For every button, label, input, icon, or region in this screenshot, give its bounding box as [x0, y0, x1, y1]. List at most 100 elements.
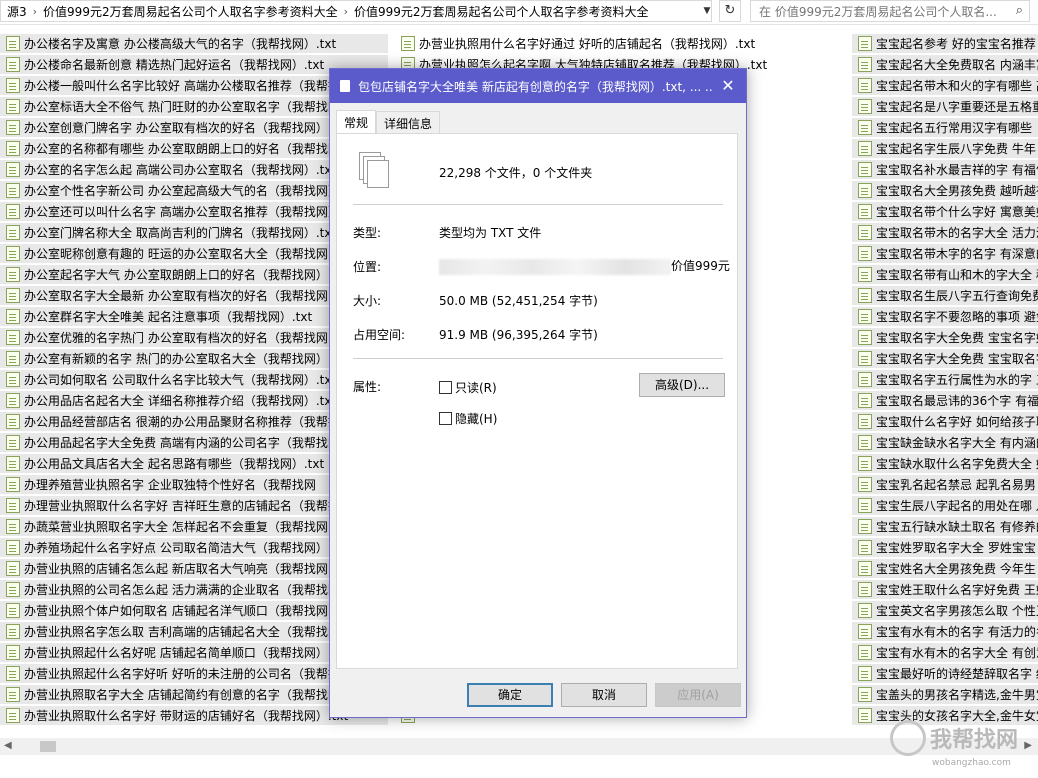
multiple-files-icon [359, 152, 391, 188]
file-list-item[interactable]: 宝宝乳名起名禁忌 起乳名易男 [852, 475, 1038, 494]
text-file-icon [858, 435, 872, 450]
breadcrumb-item[interactable]: 源3 [1, 3, 33, 20]
file-name: 宝宝取名带木的名字大全 活力满 [876, 226, 1038, 240]
file-name: 宝宝姓名大全男孩免费 今年生 [876, 562, 1036, 576]
file-name: 办公室标语大全不俗气 热门旺财的办公室取名字（我帮找网 [24, 100, 340, 114]
file-name: 办公用品经营部店名 很潮的办公用品聚财名称推荐（我帮找网 [24, 415, 352, 429]
search-input[interactable] [757, 2, 1011, 22]
horizontal-scrollbar[interactable]: ◀ ▶ [0, 738, 1038, 755]
text-file-icon [6, 330, 20, 345]
checkbox-box[interactable] [439, 381, 452, 394]
text-file-icon [858, 246, 872, 261]
file-name: 办营业执照取名字大全 店铺起简约有创意的名字（我帮找网 [24, 688, 340, 702]
checkbox-box[interactable] [439, 412, 452, 425]
text-file-icon [858, 582, 872, 597]
file-list-item[interactable]: 宝宝起名大全免费取名 内涵丰富 [852, 55, 1038, 74]
file-list-item[interactable]: 宝宝姓罗取名字大全 罗姓宝宝 [852, 538, 1038, 557]
text-file-icon [858, 330, 872, 345]
hidden-checkbox[interactable]: 隐藏(H) [439, 410, 497, 427]
file-list-item[interactable]: 宝宝英文名字男孩怎么取 个性又 [852, 601, 1038, 620]
file-name: 宝宝英文名字男孩怎么取 个性又 [876, 604, 1038, 618]
file-list-item[interactable]: 宝宝取什么名字好 如何给孩子取 [852, 412, 1038, 431]
file-name: 宝宝取名带木字的名字 有深意的 [876, 247, 1038, 261]
file-list-item[interactable]: 办营业执照用什么名字好通过 好听的店铺起名（我帮找网）.txt [395, 34, 850, 53]
file-list-item[interactable]: 宝宝缺水取什么名字免费大全 好 [852, 454, 1038, 473]
file-name: 办公用品文具店名大全 起名思路有哪些（我帮找网）.txt [24, 457, 325, 471]
divider [353, 204, 723, 205]
file-list-item[interactable]: 宝宝生辰八字起名的用处在哪 八 [852, 496, 1038, 515]
file-list-item[interactable]: 宝宝起名五行常用汉字有哪些 [852, 118, 1038, 137]
text-file-icon [6, 372, 20, 387]
text-file-icon [401, 36, 415, 51]
file-name: 宝宝起名参考 好的宝宝名推荐 [876, 37, 1036, 51]
text-file-icon [858, 183, 872, 198]
file-list-item[interactable]: 宝宝起名是八字重要还是五格重 [852, 97, 1038, 116]
file-list-item[interactable]: 宝宝取名最忌讳的36个字 有福气 [852, 391, 1038, 410]
file-name: 办营业执照用什么名字好通过 好听的店铺起名（我帮找网）.txt [419, 37, 756, 51]
text-file-icon [6, 36, 20, 51]
readonly-label[interactable]: 只读(R) [455, 379, 497, 396]
scroll-thumb[interactable] [40, 741, 56, 752]
file-list-item[interactable]: 宝宝起名参考 好的宝宝名推荐 [852, 34, 1038, 53]
file-list-item[interactable]: 宝宝缺金缺水名字大全 有内涵的 [852, 433, 1038, 452]
file-name: 办公楼名字及寓意 办公楼高级大气的名字（我帮找网）.txt [24, 37, 337, 51]
text-file-icon [858, 477, 872, 492]
breadcrumb[interactable]: 源3 › 价值999元2万套周易起名公司个人取名字参考资料大全 › 价值999元… [0, 0, 712, 22]
search-box[interactable]: ⌕ [750, 0, 1030, 22]
breadcrumb-item[interactable]: 价值999元2万套周易起名公司个人取名字参考资料大全 [37, 3, 344, 20]
file-name: 宝宝有水有木的名字大全 有创意 [876, 646, 1038, 660]
text-file-icon [6, 225, 20, 240]
text-file-icon [858, 78, 872, 93]
file-list-item[interactable]: 宝宝取名字大全免费 宝宝取名字 [852, 349, 1038, 368]
dialog-titlebar[interactable]: 包包店铺名字大全唯美 新店起有创意的名字（我帮找网）.txt, ... ... … [330, 69, 746, 103]
file-name: 办理营业执照取什么名字好 吉祥旺生意的店铺起名（我帮找网 [24, 499, 352, 513]
file-name: 办蔬菜营业执照取名字大全 怎样起名不会重复（我帮找网 [24, 520, 328, 534]
search-icon[interactable]: ⌕ [1016, 3, 1023, 18]
text-file-icon [6, 519, 20, 534]
text-file-icon [6, 351, 20, 366]
file-list-item[interactable]: 办公楼名字及寓意 办公楼高级大气的名字（我帮找网）.txt [0, 34, 388, 53]
file-list-item[interactable]: 宝宝五行缺水缺土取名 有修养的 [852, 517, 1038, 536]
file-name: 办养殖场起什么名字好点 公司取名简洁大气（我帮找网）.txt [24, 541, 349, 555]
file-list-item[interactable]: 宝宝有水有木的名字 有活力的名 [852, 622, 1038, 641]
file-list-item[interactable]: 宝盖头的男孩名字精选,金牛男宝 [852, 685, 1038, 704]
file-name: 办公室的名字怎么起 高端公司办公室取名（我帮找网）.txt [24, 163, 337, 177]
file-list-item[interactable]: 宝宝取名字不要忽略的事项 避免 [852, 307, 1038, 326]
close-icon[interactable]: ✕ [716, 74, 740, 98]
file-list-item[interactable]: 宝宝起名带木和火的字有哪些 高 [852, 76, 1038, 95]
file-list-item[interactable]: 宝宝取名带有山和木的字大全 稳 [852, 265, 1038, 284]
hidden-label[interactable]: 隐藏(H) [455, 410, 497, 427]
text-file-icon [858, 225, 872, 240]
breadcrumb-item[interactable]: 价值999元2万套周易起名公司个人取名字参考资料大全 [348, 3, 655, 20]
readonly-checkbox[interactable]: 只读(R) [439, 379, 497, 396]
text-file-icon [858, 687, 872, 702]
file-list-item[interactable]: 宝宝取名带木的名字大全 活力满 [852, 223, 1038, 242]
scroll-left-icon[interactable]: ◀ [4, 740, 12, 751]
cancel-button[interactable]: 取消 [561, 683, 647, 707]
advanced-button[interactable]: 高级(D)... [639, 373, 725, 397]
file-list-item[interactable]: 宝宝取名大全男孩免费 越听越有 [852, 181, 1038, 200]
file-list-item[interactable]: 宝宝取名补水最吉祥的字 有福气 [852, 160, 1038, 179]
file-list-item[interactable]: 宝宝取名字大全免费 宝宝名字好 [852, 328, 1038, 347]
file-list-item[interactable]: 宝宝姓王取什么名字好免费 王姓 [852, 580, 1038, 599]
watermark-text: 我帮找网 [930, 728, 1019, 753]
refresh-icon[interactable]: ↻ [719, 0, 741, 22]
file-list-item[interactable]: 宝宝最好听的诗经楚辞取名字 绝 [852, 664, 1038, 683]
text-file-icon [6, 561, 20, 576]
file-name: 办公室有新颖的名字 热门的办公室取名大全（我帮找网）.txt [24, 352, 349, 366]
type-label: 类型: [353, 226, 382, 240]
file-list-item[interactable]: 宝宝取名带木字的名字 有深意的 [852, 244, 1038, 263]
file-list-item[interactable]: 宝宝取名生辰八字五行查询免费 [852, 286, 1038, 305]
apply-button[interactable]: 应用(A) [655, 683, 741, 707]
file-list-item[interactable]: 宝宝起名字生辰八字免费 牛年 [852, 139, 1038, 158]
chevron-down-icon[interactable]: ▼ [700, 3, 714, 19]
ok-button[interactable]: 确定 [467, 683, 553, 707]
text-file-icon [6, 645, 20, 660]
file-name: 办公室取名字大全最新 办公室取有档次的好名（我帮找网 [24, 289, 328, 303]
file-list-item[interactable]: 宝宝取名带个什么字好 寓意美好 [852, 202, 1038, 221]
file-list-item[interactable]: 宝宝取名字五行属性为水的字 五 [852, 370, 1038, 389]
size-value: 50.0 MB (52,451,254 字节) [439, 294, 598, 308]
file-column-3: 宝宝起名参考 好的宝宝名推荐宝宝起名大全免费取名 内涵丰富 宝宝起名带木和火的字有… [852, 34, 1038, 727]
file-list-item[interactable]: 宝宝姓名大全男孩免费 今年生 [852, 559, 1038, 578]
file-list-item[interactable]: 宝宝有水有木的名字大全 有创意 [852, 643, 1038, 662]
